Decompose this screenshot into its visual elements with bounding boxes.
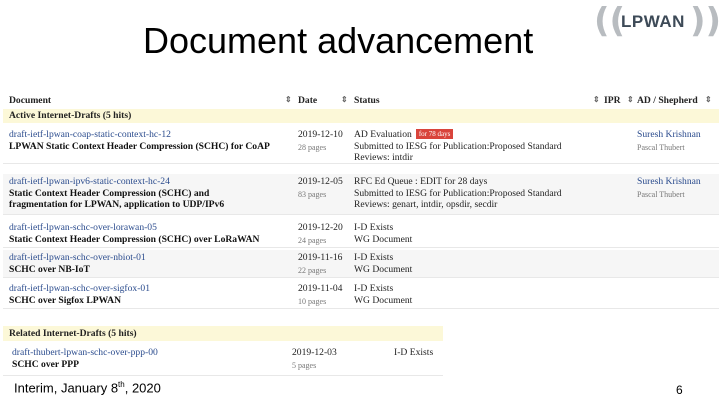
- sort-icon[interactable]: ⇕: [593, 95, 600, 104]
- draft-status-detail: WG Document: [354, 264, 413, 275]
- logo-right-wave-icon: )): [690, 1, 720, 41]
- column-header-ipr[interactable]: IPR: [604, 95, 621, 106]
- draft-title: LPWAN Static Context Header Compression …: [9, 141, 270, 152]
- column-header-ad-shepherd[interactable]: AD / Shepherd: [637, 95, 698, 106]
- logo-text: LPWAN: [621, 12, 685, 31]
- draft-status: I-D Exists: [354, 252, 394, 263]
- shepherd-name: Pascal Thubert: [637, 190, 685, 199]
- draft-title-cont: fragmentation for LPWAN, application to …: [9, 199, 225, 210]
- draft-date: 2019-12-20: [298, 222, 343, 233]
- draft-pages: 22 pages: [298, 266, 327, 275]
- draft-date: 2019-12-03: [292, 347, 337, 358]
- shepherd-name: Pascal Thubert: [637, 143, 685, 152]
- draft-link[interactable]: draft-ietf-lpwan-schc-over-nbiot-01: [9, 252, 146, 264]
- table-header: Document ⇕ Date ⇕ Status ⇕ IPR ⇕ AD / Sh…: [3, 92, 719, 110]
- column-header-status[interactable]: Status: [354, 95, 380, 106]
- draft-status: I-D Exists: [394, 347, 434, 358]
- draft-title: SCHC over NB-IoT: [9, 264, 90, 275]
- table-row: draft-thubert-lpwan-schc-over-ppp-00 SCH…: [3, 345, 443, 376]
- sort-icon[interactable]: ⇕: [627, 95, 634, 104]
- draft-title: Static Context Header Compression (SCHC)…: [9, 188, 210, 199]
- draft-pages: 83 pages: [298, 190, 327, 199]
- draft-pages: 5 pages: [292, 361, 317, 370]
- draft-reviews: Reviews: intdir: [354, 152, 413, 163]
- sort-icon[interactable]: ⇕: [341, 95, 348, 104]
- draft-reviews: Reviews: genart, intdir, opsdir, secdir: [354, 199, 498, 210]
- sort-icon[interactable]: ⇕: [705, 95, 712, 104]
- draft-pages: 10 pages: [298, 297, 327, 306]
- draft-date: 2019-12-05: [298, 176, 343, 187]
- draft-date: 2019-11-04: [298, 283, 343, 294]
- draft-status: I-D Exists: [354, 283, 394, 294]
- table-row: draft-ietf-lpwan-schc-over-lorawan-05 St…: [3, 220, 719, 248]
- documents-table: Document ⇕ Date ⇕ Status ⇕ IPR ⇕ AD / Sh…: [3, 92, 719, 310]
- draft-status-detail: Submitted to IESG for Publication:Propos…: [354, 188, 562, 199]
- page-number: 6: [676, 383, 683, 397]
- draft-status: AD Evaluation for 78 days: [354, 129, 454, 141]
- draft-link[interactable]: draft-ietf-lpwan-ipv6-static-context-hc-…: [9, 176, 170, 188]
- table-row: draft-ietf-lpwan-ipv6-static-context-hc-…: [3, 174, 719, 215]
- draft-link[interactable]: draft-ietf-lpwan-coap-static-context-hc-…: [9, 129, 171, 141]
- draft-link[interactable]: draft-ietf-lpwan-schc-over-sigfox-01: [9, 283, 150, 295]
- lpwan-logo: (( LPWAN )): [594, 2, 720, 40]
- draft-status-detail: WG Document: [354, 295, 413, 306]
- sort-icon[interactable]: ⇕: [285, 95, 292, 104]
- draft-pages: 28 pages: [298, 143, 327, 152]
- column-header-date[interactable]: Date: [298, 95, 317, 106]
- draft-link[interactable]: draft-ietf-lpwan-schc-over-lorawan-05: [9, 222, 157, 234]
- draft-status-detail: Submitted to IESG for Publication:Propos…: [354, 141, 562, 152]
- group-header-related: Related Internet-Drafts (5 hits): [3, 326, 443, 341]
- draft-title: Static Context Header Compression (SCHC)…: [9, 234, 260, 245]
- draft-link[interactable]: draft-thubert-lpwan-schc-over-ppp-00: [12, 347, 158, 359]
- group-header-active: Active Internet-Drafts (5 hits): [3, 109, 719, 123]
- draft-date: 2019-11-16: [298, 252, 343, 263]
- draft-status: RFC Ed Queue : EDIT for 28 days: [354, 176, 488, 187]
- draft-status: I-D Exists: [354, 222, 394, 233]
- slide-title: Document advancement: [143, 20, 534, 61]
- slide-footer: Interim, January 8th, 2020: [14, 380, 161, 396]
- draft-title: SCHC over PPP: [12, 359, 79, 370]
- table-row: draft-ietf-lpwan-schc-over-nbiot-01 SCHC…: [3, 250, 719, 278]
- table-row: draft-ietf-lpwan-coap-static-context-hc-…: [3, 127, 719, 164]
- draft-date: 2019-12-10: [298, 129, 343, 140]
- status-badge: for 78 days: [415, 129, 454, 139]
- ad-link[interactable]: Suresh Krishnan: [637, 129, 701, 141]
- draft-title: SCHC over Sigfox LPWAN: [9, 295, 122, 306]
- draft-pages: 24 pages: [298, 236, 327, 245]
- draft-status-detail: WG Document: [354, 234, 413, 245]
- ad-link[interactable]: Suresh Krishnan: [637, 176, 701, 188]
- table-row: draft-ietf-lpwan-schc-over-sigfox-01 SCH…: [3, 281, 719, 309]
- related-drafts-table: Related Internet-Drafts (5 hits) draft-t…: [3, 326, 443, 378]
- column-header-document[interactable]: Document: [9, 95, 51, 106]
